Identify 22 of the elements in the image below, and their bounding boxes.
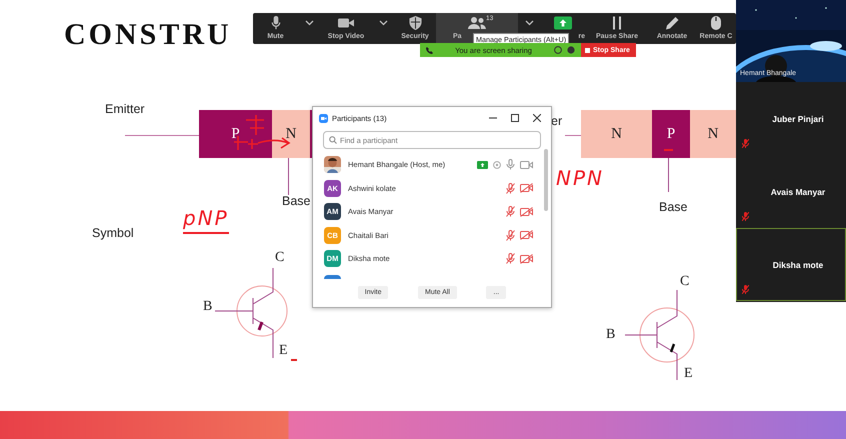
- emitter-label: Emitter: [105, 102, 145, 116]
- handwritten-note: pNP: [183, 206, 229, 234]
- base-label: Base: [282, 194, 310, 208]
- base-label: Base: [659, 200, 688, 214]
- emitter-label: er: [551, 114, 562, 128]
- semiconductor-layer: P: [199, 110, 272, 158]
- symbol-label: Symbol: [92, 226, 134, 240]
- terminal-label: E: [279, 343, 288, 359]
- participant-name: Diksha mote: [772, 260, 824, 270]
- semiconductor-layer: N: [272, 110, 310, 158]
- slide-title: CONSTRU: [64, 18, 232, 52]
- terminal-label: B: [203, 299, 212, 315]
- terminal-label: C: [275, 250, 284, 266]
- semiconductor-layer: N: [581, 110, 652, 158]
- terminal-label: E: [684, 366, 693, 382]
- terminal-label: B: [606, 327, 616, 343]
- participant-name: Avais Manyar: [770, 186, 826, 196]
- terminal-label: C: [680, 274, 690, 290]
- participant-name: Juber Pinjari: [772, 114, 824, 124]
- semiconductor-layer: P: [652, 110, 690, 158]
- handwritten-note: NPN: [556, 166, 604, 190]
- semiconductor-layer: N: [690, 110, 736, 158]
